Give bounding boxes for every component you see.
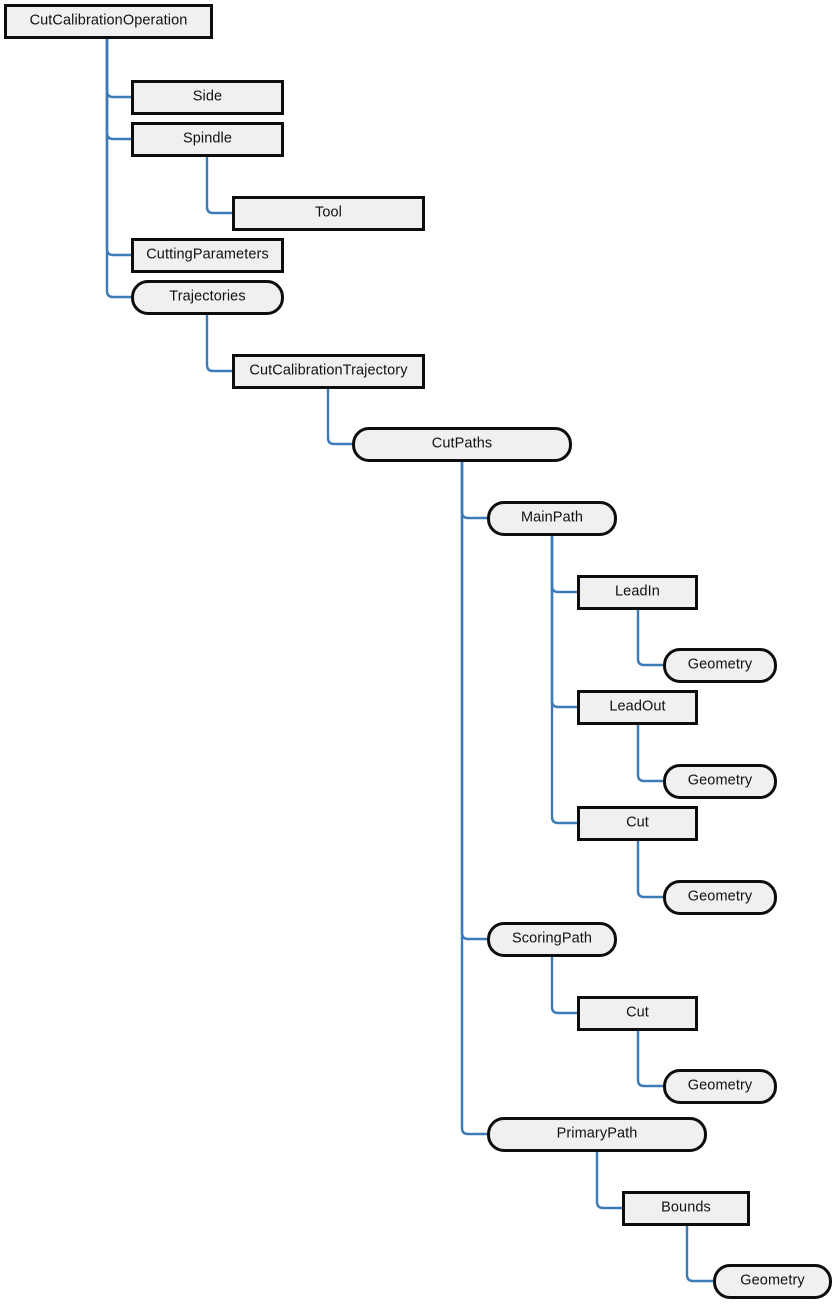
node-side[interactable]: Side [131,80,284,115]
node-geometry[interactable]: Geometry [663,1069,777,1104]
connector-n19-to-n20 [685,1226,713,1283]
connector-n15-to-n16 [550,957,577,1015]
node-label: Side [192,88,223,105]
node-label: Cut [626,814,649,831]
node-trajectories[interactable]: Trajectories [131,280,284,315]
node-leadin[interactable]: LeadIn [577,575,698,610]
class-hierarchy-diagram: CutCalibrationOperation Side Spindle Tool Cu… [0,0,839,1304]
connector-n8-to-n9 [550,536,577,594]
node-cuttingparameters[interactable]: CuttingParameters [131,238,284,273]
node-label: LeadOut [609,698,666,715]
node-label: Geometry [687,656,753,673]
connector-n0-to-n2 [105,39,131,141]
node-label: Geometry [687,888,753,905]
node-label: Geometry [687,772,753,789]
node-label: ScoringPath [511,930,593,947]
connector-n0-to-n5 [105,39,131,299]
node-cutpaths[interactable]: CutPaths [352,427,572,462]
node-label: Geometry [687,1077,753,1094]
node-cut[interactable]: Cut [577,996,698,1031]
node-cutcalibrationtrajectory[interactable]: CutCalibrationTrajectory [232,354,425,389]
node-label: PrimaryPath [556,1125,638,1142]
connector-n8-to-n13 [550,536,577,825]
node-leadout[interactable]: LeadOut [577,690,698,725]
node-geometry[interactable]: Geometry [663,648,777,683]
node-label: CutPaths [431,435,493,452]
node-label: Cut [626,1004,649,1021]
connector-n5-to-n6 [205,315,232,373]
connector-n9-to-n10 [636,610,663,667]
connector-n2-to-n3 [205,157,232,215]
node-primarypath[interactable]: PrimaryPath [487,1117,707,1152]
connector-n7-to-n8 [460,462,487,520]
node-label: Bounds [661,1199,711,1216]
node-label: LeadIn [615,583,660,600]
node-label: Tool [315,204,342,221]
node-geometry[interactable]: Geometry [713,1264,832,1299]
node-label: MainPath [520,509,584,526]
node-cut[interactable]: Cut [577,806,698,841]
node-label: Geometry [740,1272,805,1289]
connector-n8-to-n11 [550,536,577,709]
node-scoringpath[interactable]: ScoringPath [487,922,617,957]
node-geometry[interactable]: Geometry [663,764,777,799]
node-label: CutCalibrationTrajectory [249,362,408,379]
node-tool[interactable]: Tool [232,196,425,231]
node-cutcalibrationoperation[interactable]: CutCalibrationOperation [4,4,213,39]
node-bounds[interactable]: Bounds [622,1191,750,1226]
connector-n18-to-n19 [595,1152,622,1210]
connector-n0-to-n1 [105,39,131,99]
connector-n7-to-n15 [460,462,487,941]
connector-n13-to-n14 [636,841,663,899]
connector-n7-to-n18 [460,462,487,1136]
node-label: Spindle [182,130,233,147]
connector-n6-to-n7 [326,389,352,446]
connector-n11-to-n12 [636,725,663,783]
connector-n16-to-n17 [636,1031,663,1088]
node-label: Trajectories [169,288,246,305]
node-spindle[interactable]: Spindle [131,122,284,157]
node-mainpath[interactable]: MainPath [487,501,617,536]
connector-n0-to-n4 [105,39,131,257]
node-label: CutCalibrationOperation [29,12,188,29]
node-geometry[interactable]: Geometry [663,880,777,915]
node-label: CuttingParameters [146,246,269,263]
